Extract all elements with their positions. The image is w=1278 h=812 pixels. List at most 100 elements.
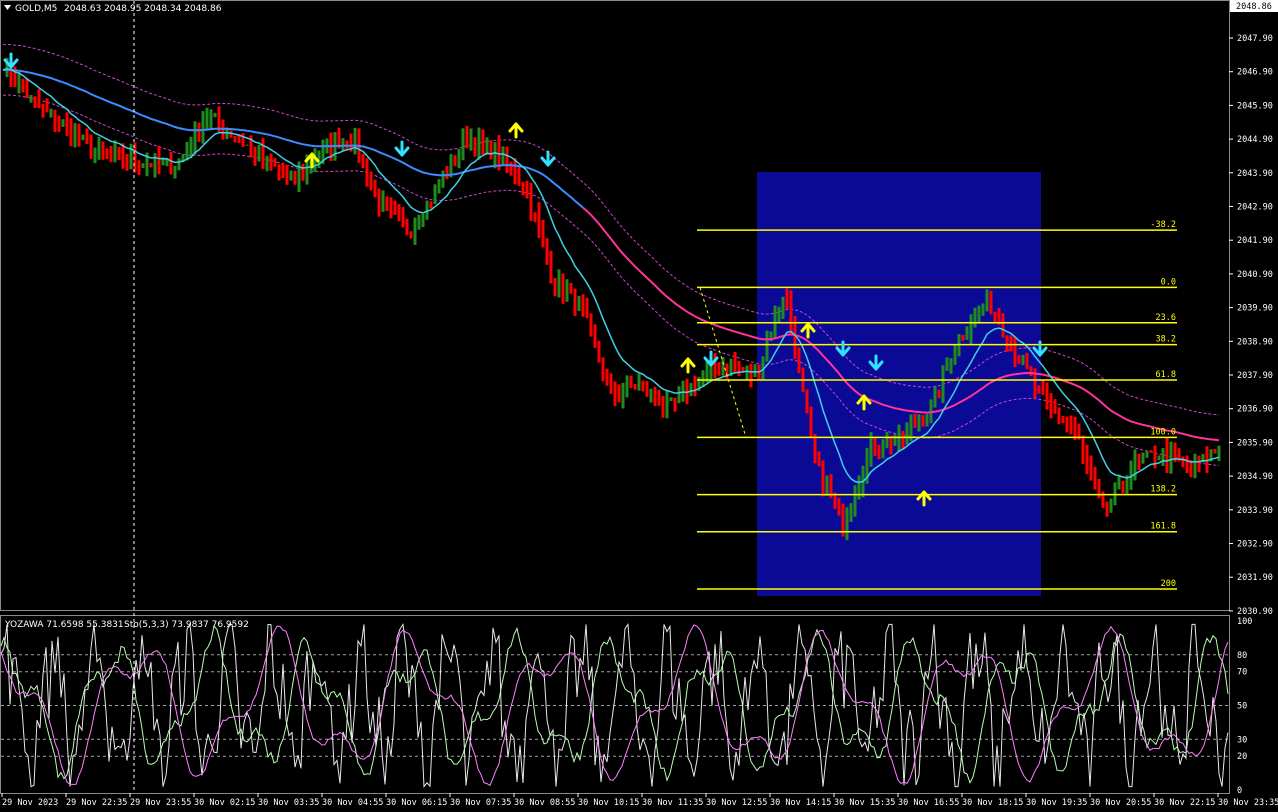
price-bar [1153,445,1157,469]
price-bar [1049,393,1053,419]
price-bar [1089,455,1093,481]
price-bar [341,138,345,151]
price-bar [461,128,465,161]
y-tick-label: 2034.90 [1237,472,1273,482]
price-bar [393,200,397,215]
price-bar [785,288,789,309]
price-bar [49,108,53,118]
price-bar [241,133,245,147]
price-bar [1137,453,1141,470]
price-bar [637,373,641,391]
price-bar [373,179,377,198]
price-bar [981,303,985,316]
price-bar [713,352,717,378]
price-bar [57,115,61,132]
price-bar [817,451,821,467]
x-tick-label: 30 Nov 23:35 [1218,798,1278,808]
price-bar [1045,382,1049,410]
price-bar [377,188,381,217]
price-bar [269,153,273,171]
oscillator-group [0,622,1229,788]
price-bar [1133,449,1137,481]
price-bar [849,503,853,522]
x-tick-label: 30 Nov 22:15 [1154,798,1215,808]
x-tick-label: 30 Nov 07:35 [450,798,511,808]
price-bar [105,148,109,159]
price-bar [365,158,369,187]
fib-level-label: 38.2 [1156,335,1176,345]
triangle-down-icon[interactable] [4,5,11,10]
price-bar [1025,352,1029,369]
price-bar [669,397,673,402]
x-tick-label: 30 Nov 04:55 [322,798,383,808]
y-tick-label: 2035.90 [1237,438,1273,448]
price-bar [1085,444,1089,474]
price-bar [693,375,697,397]
price-bar [813,433,817,464]
price-bar [29,94,33,103]
price-bar [281,162,285,179]
price-bar [1057,407,1061,425]
price-bar [401,207,405,228]
price-bar [881,439,885,459]
price-bar [1149,450,1153,453]
arrow-down-icon [540,150,556,167]
price-bar [737,360,741,376]
price-bar [1065,416,1069,433]
price-bar [157,145,161,175]
price-bar [1145,451,1149,458]
price-bar [413,217,417,245]
price-bar [529,182,533,221]
price-bar [913,413,917,428]
price-bar [941,365,945,403]
price-bar [1157,455,1161,461]
x-tick-label: 30 Nov 18:15 [962,798,1023,808]
price-bar [65,112,69,136]
fib-level-label: 61.8 [1156,370,1176,380]
price-bar [197,122,201,142]
y-tick-label: 2042.90 [1237,203,1273,213]
price-bar [665,389,669,419]
price-bar [717,362,721,376]
price-bar [21,78,25,93]
y-tick-label: 2038.90 [1237,337,1273,347]
price-bar [453,155,457,167]
price-bar [961,334,965,341]
price-bar [945,357,949,371]
price-bar [473,137,477,157]
price-bar [1197,455,1201,473]
price-bar [245,144,249,146]
price-bar [73,123,77,148]
price-bar [777,306,781,323]
price-bar [989,290,993,315]
price-bar [1161,448,1165,467]
x-tick-label: 30 Nov 02:15 [194,798,255,808]
stoch-label: Sto(5,3,3) 73.9837 76.9592 [124,620,249,630]
price-bar [389,197,393,219]
arrow-up-icon [508,122,524,139]
price-bar [557,269,561,298]
price-bar [1093,466,1097,490]
price-bar [153,153,157,178]
price-bar [609,373,613,394]
price-bar [565,279,569,302]
price-bar [469,128,473,151]
price-bar [889,435,893,455]
price-bar [433,184,437,205]
price-bar [1017,355,1021,364]
price-bar [129,143,133,170]
price-bar [649,388,653,403]
price-bar [97,136,101,160]
price-bar [521,181,525,196]
price-bar [917,414,921,432]
price-bar [893,434,897,446]
price-bar [253,146,257,166]
price-bar [1041,380,1045,395]
price-bar [585,297,589,319]
price-bar [877,444,881,460]
price-bar [265,155,269,172]
x-tick-label: 30 Nov 11:35 [642,798,703,808]
y-tick-label: 2041.90 [1237,236,1273,246]
price-bar [873,437,877,456]
price-bar [37,89,41,109]
